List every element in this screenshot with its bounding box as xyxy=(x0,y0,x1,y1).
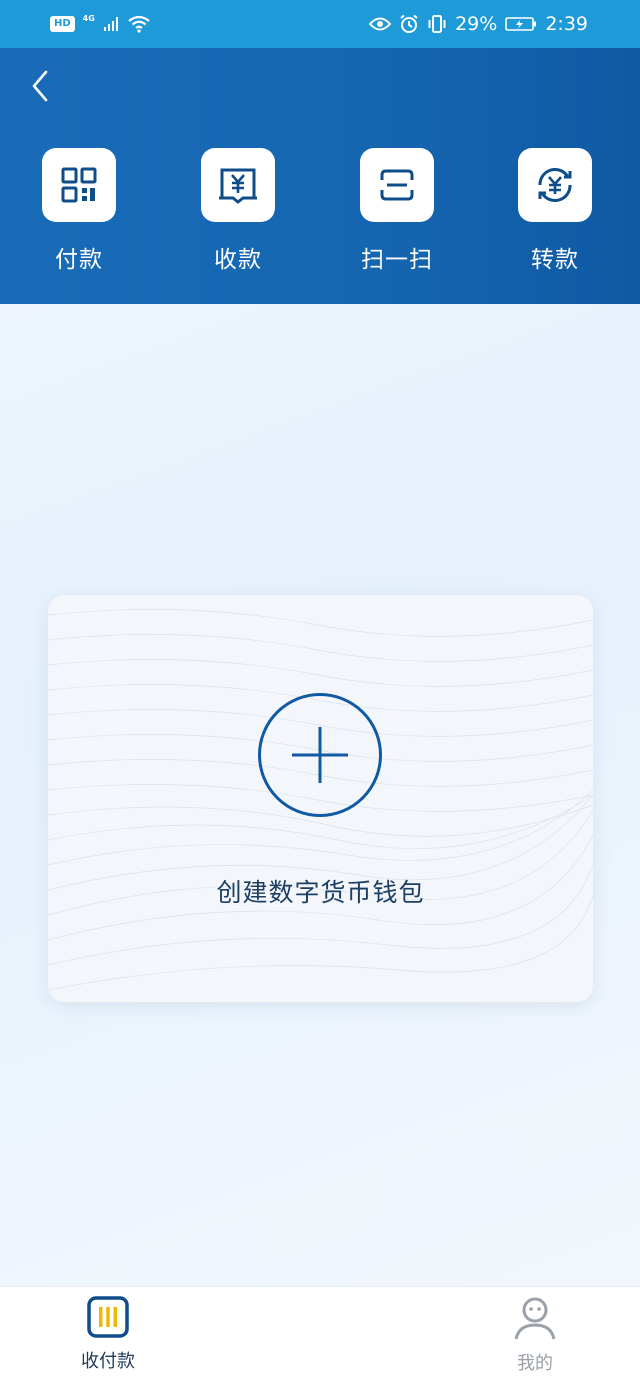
transfer-action[interactable]: 转款 xyxy=(495,148,615,278)
clock-time: 2:39 xyxy=(545,13,588,35)
receive-yuan-icon xyxy=(219,168,257,204)
nav-item-pay-receive[interactable]: 收付款 xyxy=(48,1295,168,1385)
status-right: 29% 2:39 xyxy=(369,13,588,35)
wifi-icon xyxy=(128,15,150,33)
nav-label-profile: 我的 xyxy=(517,1353,553,1374)
vibrate-icon xyxy=(428,15,446,33)
quick-actions: 付款 收款 扫一扫 转款 xyxy=(0,148,640,278)
receive-icon-tile xyxy=(201,148,275,222)
bottom-nav: 收付款 我的 xyxy=(0,1286,640,1386)
scan-icon xyxy=(380,169,414,201)
plus-icon xyxy=(292,727,348,783)
receive-action[interactable]: 收款 xyxy=(178,148,298,278)
eye-icon xyxy=(369,17,392,31)
profile-icon xyxy=(514,1297,556,1340)
nav-label-pay-receive: 收付款 xyxy=(81,1351,135,1372)
network-label: 4G xyxy=(82,13,95,23)
status-left: HD 4G xyxy=(50,13,151,33)
chevron-left-icon xyxy=(32,70,48,102)
signal-icon xyxy=(103,17,118,31)
battery-percent: 29% xyxy=(455,13,498,35)
scan-label: 扫一扫 xyxy=(361,247,433,273)
alarm-icon xyxy=(400,14,418,33)
scan-icon-tile xyxy=(360,148,434,222)
pay-action[interactable]: 付款 xyxy=(19,148,139,278)
qr-code-icon xyxy=(61,167,97,203)
nav-item-profile[interactable]: 我的 xyxy=(475,1295,595,1385)
transfer-yuan-icon xyxy=(538,167,572,203)
create-wallet-card[interactable]: 创建数字货币钱包 xyxy=(48,595,593,1002)
transfer-label: 转款 xyxy=(531,247,579,273)
pay-label: 付款 xyxy=(55,247,103,273)
battery-charging-icon xyxy=(505,17,537,31)
hd-badge: HD xyxy=(50,16,75,32)
status-bar: HD 4G 29% 2:39 xyxy=(0,0,640,48)
wallet-icon xyxy=(87,1296,129,1338)
create-wallet-plus-button[interactable] xyxy=(258,693,382,817)
receive-label: 收款 xyxy=(214,247,262,273)
back-button[interactable] xyxy=(22,66,58,106)
header: 付款 收款 扫一扫 转款 xyxy=(0,48,640,304)
pay-icon-tile xyxy=(42,148,116,222)
create-wallet-label: 创建数字货币钱包 xyxy=(216,878,425,907)
scan-action[interactable]: 扫一扫 xyxy=(337,148,457,278)
transfer-icon-tile xyxy=(518,148,592,222)
